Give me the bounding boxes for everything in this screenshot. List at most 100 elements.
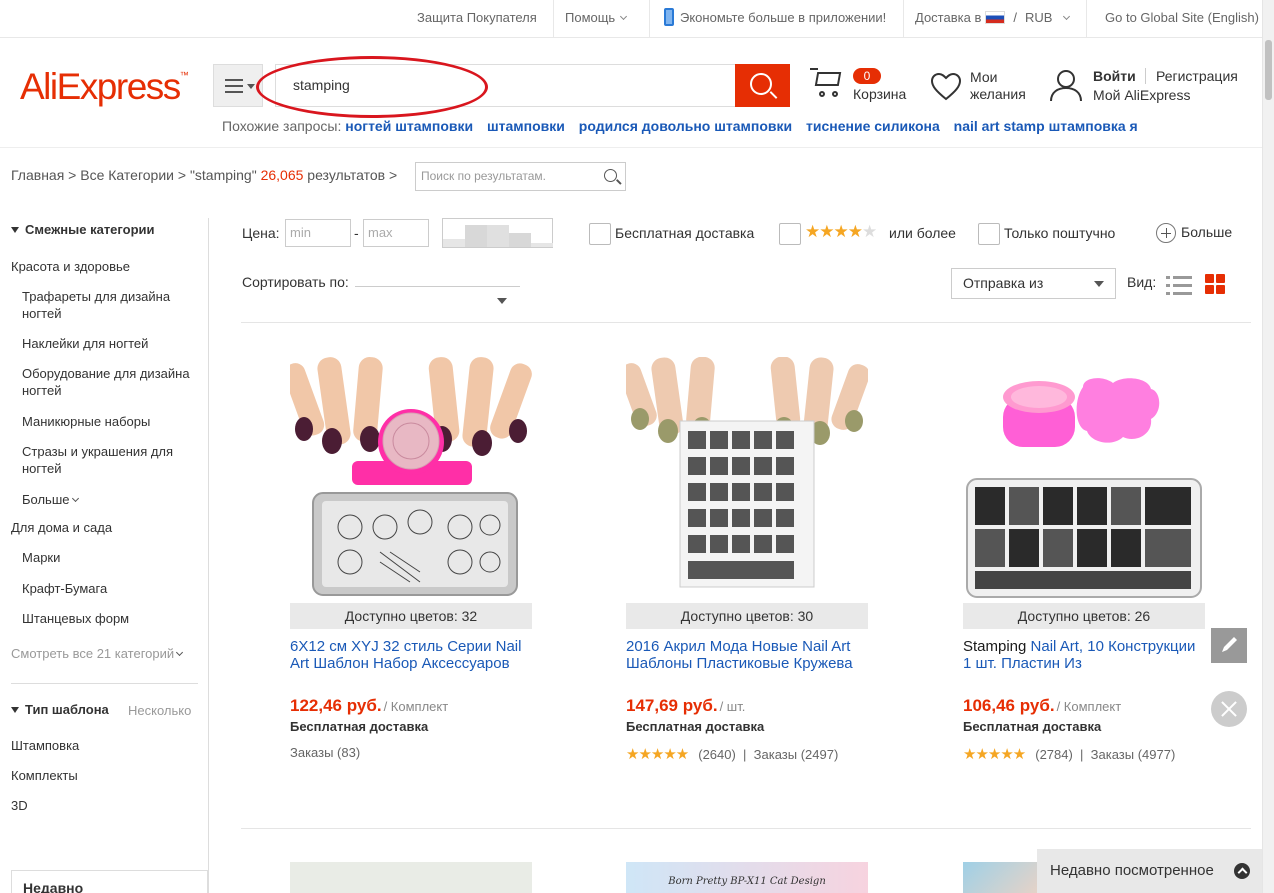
breadcrumb-home[interactable]: Главная	[11, 167, 64, 183]
result-count: 26,065	[260, 167, 304, 183]
sidebar-item-nail-stickers[interactable]: Наклейки для ногтей	[22, 335, 192, 352]
divider	[553, 0, 554, 37]
price-dash: -	[354, 225, 359, 241]
product-image[interactable]	[290, 357, 532, 603]
sidebar-item-3d[interactable]: 3D	[11, 797, 28, 814]
ship-to-menu[interactable]: Доставка в / RUB	[915, 0, 1071, 38]
related-categories-header[interactable]: Смежные категории	[11, 222, 155, 237]
grid-cell	[1216, 274, 1225, 283]
sidebar-item-dies[interactable]: Штанцевых форм	[22, 610, 192, 627]
feedback-button[interactable]	[1211, 628, 1247, 663]
sidebar-item-nail-equipment[interactable]: Оборудование для дизайна ногтей	[22, 365, 192, 399]
sidebar-item-nail-stencils[interactable]: Трафареты для дизайна ногтей	[22, 288, 192, 322]
ship-from-select[interactable]: Отправка из	[951, 268, 1116, 299]
close-icon[interactable]	[1211, 691, 1247, 727]
price-unit: / Комплект	[1056, 699, 1122, 714]
caret-down-icon[interactable]	[497, 298, 507, 304]
free-shipping-checkbox[interactable]	[589, 223, 611, 245]
divider	[241, 828, 1251, 829]
app-promo-link[interactable]: Экономьте больше в приложении!	[664, 0, 886, 38]
multi-select-link[interactable]: Несколько	[128, 702, 191, 719]
sidebar-item-manicure-sets[interactable]: Маникюрные наборы	[22, 413, 192, 430]
product-title-link[interactable]: 2016 Акрил Мода Новые Nail Art Шаблоны П…	[626, 638, 868, 674]
product-image[interactable]	[963, 357, 1205, 603]
rating-count[interactable]: (2784)	[1035, 747, 1073, 762]
user-icon[interactable]	[1049, 68, 1083, 102]
product-title: 6X12 см XYJ 32 стиль Серии Nail Art Шабл…	[290, 638, 522, 672]
related-search-link[interactable]: штамповки	[487, 118, 565, 134]
sidebar-item-stamping[interactable]: Штамповка	[11, 737, 79, 754]
product-price: 122,46 руб. / Комплект	[290, 696, 448, 716]
related-search-link[interactable]: тиснение силикона	[806, 118, 940, 134]
refine-search-input[interactable]: Поиск по результатам.	[415, 162, 626, 191]
list-view-icon[interactable]	[1166, 274, 1192, 296]
search-icon[interactable]	[604, 169, 617, 182]
product-title-link[interactable]: Stamping Nail Art, 10 Конструкции 1 шт. …	[963, 638, 1205, 674]
chevron-down-icon	[176, 648, 184, 657]
global-site-link[interactable]: Go to Global Site (English)	[1105, 0, 1259, 38]
chevron-down-icon	[1063, 12, 1071, 21]
login-link[interactable]: Войти	[1093, 68, 1136, 84]
cart-icon[interactable]	[810, 66, 846, 100]
scrollbar-thumb[interactable]	[1265, 40, 1272, 100]
rating-count[interactable]: (2640)	[698, 747, 736, 762]
price-max-input[interactable]: max	[363, 219, 429, 247]
rating-stars-icon: ★★★★★	[963, 746, 1026, 763]
logo-text: AliExpress	[20, 66, 181, 107]
price-min-input[interactable]: min	[285, 219, 351, 247]
histogram-bar	[509, 233, 531, 247]
plus-icon[interactable]	[1156, 223, 1176, 243]
caret-down-icon	[247, 84, 255, 89]
product-image[interactable]	[626, 357, 868, 603]
orders-link[interactable]: Заказы (83)	[290, 745, 360, 760]
buyer-protection-link[interactable]: Защита Покупателя	[417, 0, 537, 38]
stamper-and-plate-image	[963, 357, 1205, 603]
chevron-up-icon	[1234, 863, 1250, 879]
sidebar-item-sets[interactable]: Комплекты	[11, 767, 78, 784]
sidebar-see-all-link[interactable]: Смотреть все 21 категорий	[11, 645, 184, 662]
results-label: результатов	[307, 167, 386, 183]
free-shipping-label: Бесплатная доставка	[290, 719, 429, 734]
help-menu[interactable]: Помощь	[565, 0, 628, 38]
rating-more-label: или более	[889, 225, 956, 241]
price-histogram[interactable]	[442, 218, 553, 248]
orders-link[interactable]: Заказы (4977)	[1091, 747, 1176, 762]
related-search-link[interactable]: ногтей штамповки	[345, 118, 473, 134]
product-title-link[interactable]: 6X12 см XYJ 32 стиль Серии Nail Art Шабл…	[290, 638, 532, 674]
sidebar-item-rhinestones[interactable]: Стразы и украшения для ногтей	[22, 443, 192, 477]
sidebar-item-stamps[interactable]: Марки	[22, 549, 192, 566]
free-shipping-label: Бесплатная доставка	[963, 719, 1102, 734]
my-aliexpress-link[interactable]: Мой AliExpress	[1093, 87, 1190, 103]
recently-viewed-bar[interactable]: Недавно посмотренное	[1037, 849, 1262, 893]
wishlist-link[interactable]: Мои желания	[970, 69, 1040, 103]
sidebar-category-beauty[interactable]: Красота и здоровье	[11, 258, 130, 275]
search-input[interactable]: stamping	[275, 64, 735, 107]
product-image[interactable]	[963, 862, 1043, 893]
product-image[interactable]	[290, 862, 532, 893]
grid-view-icon[interactable]	[1205, 274, 1225, 294]
related-search-link[interactable]: nail art stamp штамповка я	[954, 118, 1138, 134]
aliexpress-logo[interactable]: AliExpress™	[20, 66, 189, 108]
more-filters-link[interactable]: Больше	[1181, 224, 1232, 240]
price-value: 122,46 руб.	[290, 696, 382, 715]
template-type-header[interactable]: Тип шаблона	[11, 702, 109, 717]
sort-by-label: Сортировать по:	[242, 274, 349, 290]
scrollbar[interactable]	[1262, 0, 1274, 893]
heart-icon[interactable]	[930, 72, 962, 102]
ship-to-label: Доставка в	[915, 10, 982, 25]
related-search-link[interactable]: родился довольно штамповки	[579, 118, 792, 134]
orders-link[interactable]: Заказы (2497)	[754, 747, 839, 762]
register-link[interactable]: Регистрация	[1145, 68, 1238, 84]
sidebar-category-home-garden[interactable]: Для дома и сада	[11, 519, 112, 536]
categories-menu-button[interactable]	[213, 64, 263, 107]
product-image[interactable]: Born Pretty BP-X11 Cat Design	[626, 862, 868, 893]
cart-link[interactable]: Корзина	[853, 86, 906, 102]
title-highlight: Stamping	[963, 638, 1027, 655]
sort-select[interactable]	[355, 286, 520, 287]
sidebar-item-craft-paper[interactable]: Крафт-Бумага	[22, 580, 192, 597]
breadcrumb-all-categories[interactable]: Все Категории	[80, 167, 174, 183]
search-button[interactable]	[735, 64, 790, 107]
rating-checkbox[interactable]	[779, 223, 801, 245]
single-piece-checkbox[interactable]	[978, 223, 1000, 245]
sidebar-more-link[interactable]: Больше	[22, 491, 192, 508]
